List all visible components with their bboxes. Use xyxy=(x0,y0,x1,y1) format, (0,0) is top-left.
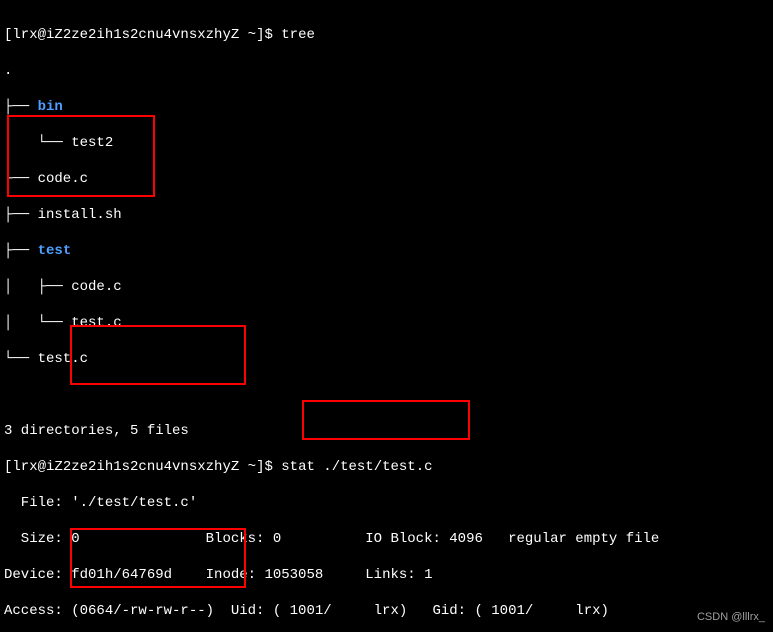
tree-l6: │ ├── code.c xyxy=(4,278,769,296)
prompt-line-tree: [lrx@iZ2ze2ih1s2cnu4vnsxzhyZ ~]$ tree xyxy=(4,26,769,44)
tree-l5: ├── test xyxy=(4,242,769,260)
prompt-user-host: lrx@iZ2ze2ih1s2cnu4vnsxzhyZ xyxy=(12,27,239,43)
tree-l8: └── test.c xyxy=(4,350,769,368)
file-test2: test2 xyxy=(71,135,113,151)
dir-test: test xyxy=(38,243,72,259)
watermark: CSDN @lllrx_ xyxy=(697,608,765,626)
terminal[interactable]: [lrx@iZ2ze2ih1s2cnu4vnsxzhyZ ~]$ tree . … xyxy=(0,0,773,632)
stat1-perm: Access: (0664/-rw-rw-r--) Uid: ( 1001/ l… xyxy=(4,602,769,620)
stat1-size: Size: 0 Blocks: 0 IO Block: 4096 regular… xyxy=(4,530,769,548)
tree-l3: ├── code.c xyxy=(4,170,769,188)
tree-dot: . xyxy=(4,62,769,80)
dir-bin: bin xyxy=(38,99,63,115)
blank-1 xyxy=(4,386,769,404)
cmd-stat1: stat ./test/test.c xyxy=(281,459,432,475)
prompt-path: ~ xyxy=(239,27,256,43)
prompt-close: ]$ xyxy=(256,27,281,43)
stat1-file: File: './test/test.c' xyxy=(4,494,769,512)
tree-l7: │ └── test.c xyxy=(4,314,769,332)
tree-summary: 3 directories, 5 files xyxy=(4,422,769,440)
tree-l1: ├── bin xyxy=(4,98,769,116)
prompt-line-stat1: [lrx@iZ2ze2ih1s2cnu4vnsxzhyZ ~]$ stat ./… xyxy=(4,458,769,476)
stat1-device: Device: fd01h/64769d Inode: 1053058 Link… xyxy=(4,566,769,584)
cmd-tree: tree xyxy=(281,27,315,43)
tree-l4: ├── install.sh xyxy=(4,206,769,224)
tree-l2: │ └── test2 xyxy=(4,134,769,152)
